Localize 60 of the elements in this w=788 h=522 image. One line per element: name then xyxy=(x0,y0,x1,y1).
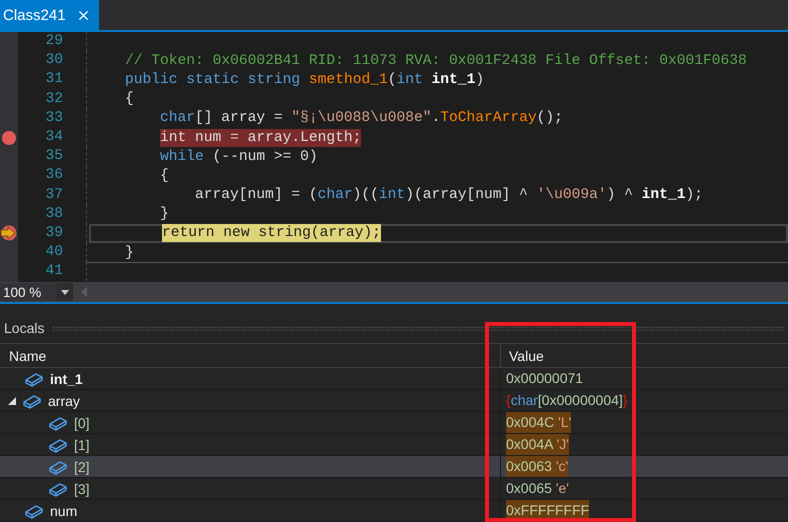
code-line: { xyxy=(160,166,169,185)
locals-row[interactable]: int_1 0x00000071 xyxy=(0,368,788,390)
caret-icon xyxy=(61,290,69,294)
variable-value: 0x0063 'c' xyxy=(506,456,568,477)
line-number: 39 xyxy=(44,224,64,243)
field-icon xyxy=(48,414,68,430)
field-icon xyxy=(24,502,44,518)
zoom-field[interactable]: 100 % xyxy=(0,283,57,301)
line-number: 37 xyxy=(44,186,64,204)
variable-name: [2] xyxy=(74,458,90,474)
code-line: while (--num >= 0) xyxy=(160,148,318,166)
variable-value: {char[0x00000004]} xyxy=(506,391,628,410)
code-line: char[] array = "§¡\u0088\u008e".ToCharArray(); xyxy=(160,109,563,128)
line-number: 36 xyxy=(44,166,64,186)
line-number: 34 xyxy=(44,128,64,147)
code-line: array[num] = (char)((int)(array[num] ^ '\u009a') ^ int_1); xyxy=(195,186,703,204)
column-header[interactable]: Value xyxy=(500,344,788,367)
locals-row[interactable]: array {char[0x00000004]} xyxy=(0,390,788,412)
variable-value: 0x004A 'J' xyxy=(506,434,569,455)
line-number: 30 xyxy=(44,51,64,70)
field-icon xyxy=(48,436,68,452)
locals-row[interactable]: [1] 0x004A 'J' xyxy=(0,434,788,456)
code-line: public static string smethod_1(int int_1) xyxy=(125,70,484,89)
variable-name: array xyxy=(48,392,80,408)
panel-title: Locals xyxy=(4,320,44,336)
variable-value: 0x00000071 xyxy=(506,369,584,388)
line-number: 29 xyxy=(44,32,64,51)
line-number: 31 xyxy=(44,70,64,90)
locals-row[interactable]: [2] 0x0063 'c' xyxy=(0,456,788,478)
line-number: 32 xyxy=(44,90,64,109)
column-header[interactable]: Name xyxy=(0,344,500,367)
variable-value: 0x0065 'e' xyxy=(506,479,569,498)
expander-icon[interactable] xyxy=(8,396,16,404)
line-number: 33 xyxy=(44,108,64,128)
variable-name: [3] xyxy=(74,480,90,496)
locals-row[interactable]: [0] 0x004C 'L' xyxy=(0,412,788,434)
line-number: 38 xyxy=(44,204,64,224)
field-icon xyxy=(24,370,44,386)
variable-name: int_1 xyxy=(50,370,83,386)
field-icon xyxy=(48,458,68,474)
field-icon xyxy=(22,392,42,408)
variable-name: [1] xyxy=(74,436,90,452)
code-line: // Token: 0x06002B41 RID: 11073 RVA: 0x001F2438 File Offset: 0x001F0638 xyxy=(125,52,747,70)
line-number: 40 xyxy=(44,243,64,262)
locals-row[interactable]: num 0xFFFFFFFF xyxy=(0,500,788,522)
variable-value: 0x004C 'L' xyxy=(506,412,572,433)
code-line: { xyxy=(125,90,134,108)
breakpoint-margin[interactable] xyxy=(0,32,18,282)
breakpoint-icon[interactable] xyxy=(1,130,17,146)
line-number: 41 xyxy=(44,262,64,282)
document-tab[interactable]: Class241 xyxy=(0,0,99,30)
variable-name: [0] xyxy=(74,414,90,430)
variable-name: num xyxy=(50,502,78,518)
line-number: 35 xyxy=(44,147,64,166)
field-icon xyxy=(48,480,68,496)
code-line: } xyxy=(160,205,169,224)
code-line: } xyxy=(125,244,134,262)
current-statement-arrow-icon[interactable] xyxy=(0,225,18,242)
dropdown-button[interactable] xyxy=(57,283,73,301)
locals-row[interactable]: [3] 0x0065 'e' xyxy=(0,478,788,500)
